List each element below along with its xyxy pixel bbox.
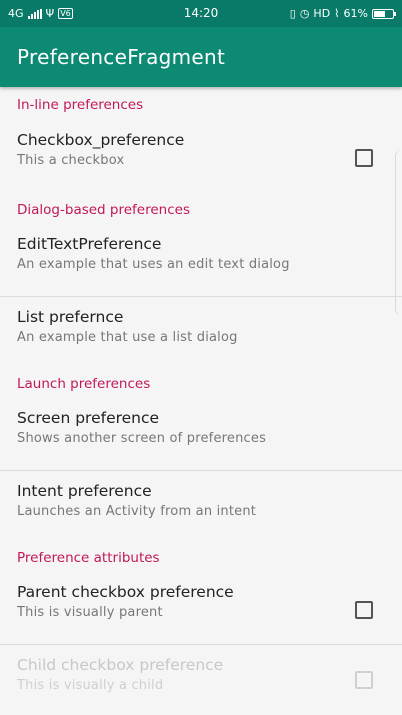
screen-preference[interactable]: Screen preference Shows another screen o…	[0, 401, 402, 471]
preference-summary: An example that use a list dialog	[17, 330, 238, 345]
checkbox[interactable]	[355, 600, 373, 619]
preference-summary: This is visually parent	[17, 605, 163, 620]
battery-icon	[372, 8, 396, 19]
preference-title: EditTextPreference	[17, 235, 162, 253]
preference-list: In-line preferences Checkbox_preference …	[0, 87, 402, 715]
preference-summary: Launches an Activity from an intent	[17, 504, 257, 519]
preference-summary: An example that uses an edit text dialog	[17, 257, 290, 272]
category-dialog: Dialog-based preferences	[17, 202, 190, 218]
preference-title: Checkbox_preference	[17, 131, 185, 149]
list-preference[interactable]: List prefernce An example that use a lis…	[0, 297, 402, 367]
preference-title: List prefernce	[17, 308, 124, 326]
parent-checkbox-preference[interactable]: Parent checkbox preference This is visua…	[0, 575, 402, 645]
preference-summary: Shows another screen of preferences	[17, 431, 267, 446]
preference-title: Intent preference	[17, 482, 152, 500]
scroll-edge	[395, 150, 402, 315]
app-title: PreferenceFragment	[17, 45, 226, 69]
status-bar: 4G Ψ V6 14:20 ▯ ◷ HD ⌇ 61%	[0, 0, 402, 27]
edit-text-preference[interactable]: EditTextPreference An example that uses …	[0, 227, 402, 297]
checkbox[interactable]	[355, 149, 373, 167]
category-inline: In-line preferences	[17, 97, 144, 113]
clock: 14:20	[183, 6, 219, 20]
preference-title: Parent checkbox preference	[17, 583, 234, 601]
child-checkbox-preference: Child checkbox preference This is visual…	[0, 645, 402, 715]
category-launch: Launch preferences	[17, 376, 151, 392]
preference-title: Screen preference	[17, 409, 160, 427]
intent-preference[interactable]: Intent preference Launches an Activity f…	[0, 471, 402, 541]
app-bar: PreferenceFragment	[0, 27, 402, 87]
checkbox-preference[interactable]: Checkbox_preference This a checkbox	[0, 123, 402, 193]
checkbox	[355, 671, 373, 689]
category-attributes: Preference attributes	[17, 550, 160, 566]
preference-summary: This is visually a child	[17, 678, 164, 693]
preference-title: Child checkbox preference	[17, 656, 224, 674]
preference-summary: This a checkbox	[17, 153, 125, 168]
